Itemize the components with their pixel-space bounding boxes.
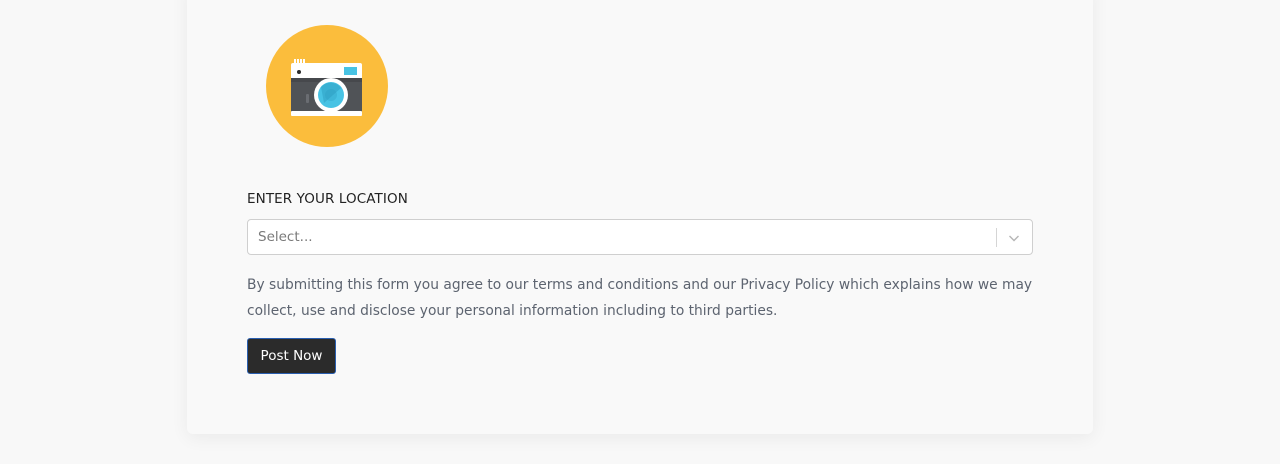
chevron-down-icon[interactable] xyxy=(1007,231,1021,245)
location-label: ENTER YOUR LOCATION xyxy=(247,191,408,207)
camera-icon xyxy=(291,59,362,116)
select-separator xyxy=(996,228,997,247)
location-select[interactable]: Select... xyxy=(247,219,1033,255)
post-now-button[interactable]: Post Now xyxy=(247,338,336,374)
photo-upload-button[interactable] xyxy=(266,25,388,147)
location-select-placeholder: Select... xyxy=(258,229,313,245)
terms-notice: By submitting this form you agree to our… xyxy=(247,277,1033,319)
